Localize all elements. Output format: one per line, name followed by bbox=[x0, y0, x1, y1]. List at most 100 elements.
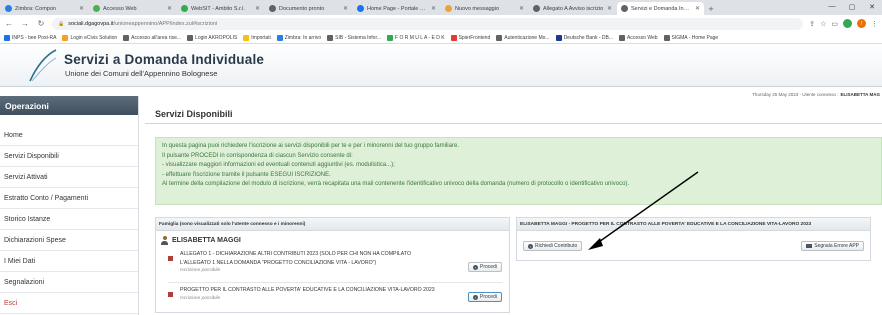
sidebar-item-storico-istanze[interactable]: Storico Istanze bbox=[0, 209, 138, 230]
reload-icon[interactable]: ↻ bbox=[36, 19, 46, 28]
bookmark-star-icon[interactable]: ☆ bbox=[820, 20, 826, 28]
forward-icon[interactable]: → bbox=[20, 19, 30, 28]
bookmark-icon bbox=[663, 34, 670, 41]
request-contribution-label: Richiedi Contributo bbox=[535, 243, 578, 249]
family-member[interactable]: ELISABETTA MAGGI bbox=[161, 236, 241, 245]
bookmark-item[interactable]: INPS - bee Post-RA bbox=[4, 34, 57, 41]
bookmark-label: SpierFrontend bbox=[458, 34, 491, 41]
share-icon[interactable]: ⇪ bbox=[809, 20, 815, 28]
extension-icon[interactable]: ! bbox=[857, 19, 866, 28]
bookmark-item[interactable]: Accesso Web bbox=[619, 34, 658, 41]
tab-title: Servizi e Domanda Individ bbox=[631, 5, 692, 12]
close-tab-icon[interactable]: ✕ bbox=[695, 5, 700, 12]
sidebar-item-dichiarazioni-spese[interactable]: Dichiarazioni Spese bbox=[0, 230, 138, 251]
bookmarks-bar: INPS - bee Post-RA Login eCivis Solution… bbox=[0, 32, 882, 44]
bookmark-item[interactable]: SIB - Sistema Infor... bbox=[327, 34, 381, 41]
close-tab-icon[interactable]: ✕ bbox=[255, 5, 260, 12]
window-controls: — ▢ ✕ bbox=[822, 0, 882, 13]
service-title-line: L'ALLEGATO 1 NELLA DOMANDA "PROGETTO CON… bbox=[180, 259, 377, 266]
bookmark-folder[interactable]: Importati bbox=[243, 34, 271, 41]
lock-icon[interactable]: 🔒 bbox=[58, 21, 64, 27]
sidebar-item-servizi-disponibili[interactable]: Servizi Disponibili bbox=[0, 146, 138, 167]
service-bullet-icon bbox=[168, 292, 173, 297]
browser-tab[interactable]: Documento pronto ✕ bbox=[265, 2, 352, 15]
bookmark-item[interactable]: SIGMA - Home Page bbox=[663, 34, 719, 41]
browser-tab[interactable]: Zimbra: Compon ✕ bbox=[1, 2, 88, 15]
tab-favicon bbox=[5, 5, 12, 12]
bookmark-icon bbox=[450, 34, 457, 41]
sidebar-heading: Operazioni bbox=[0, 96, 138, 115]
close-tab-icon[interactable]: ✕ bbox=[431, 5, 436, 12]
bookmark-icon bbox=[619, 34, 626, 41]
sidebar: Operazioni Home Servizi Disponibili Serv… bbox=[0, 96, 139, 315]
browser-tab-active[interactable]: Servizi e Domanda Individ ✕ bbox=[617, 2, 704, 15]
sidebar-item-miei-dati[interactable]: I Miei Dati bbox=[0, 251, 138, 272]
service-bullet-icon bbox=[168, 256, 173, 261]
sidebar-item-servizi-attivati[interactable]: Servizi Attivati bbox=[0, 167, 138, 188]
service-title-line: ALLEGATO 1 - DICHIARAZIONE ALTRI CONTRIB… bbox=[180, 251, 411, 257]
user-icon bbox=[161, 236, 168, 245]
bookmark-item[interactable]: Autenticazione Mo... bbox=[496, 34, 550, 41]
bookmark-item[interactable]: Accesso all'area rise... bbox=[123, 34, 181, 41]
close-tab-icon[interactable]: ✕ bbox=[167, 5, 172, 12]
procedi-label: Procedi bbox=[480, 264, 497, 270]
back-icon[interactable]: ← bbox=[4, 19, 14, 28]
url-host: sociali.dgagovpa.it bbox=[68, 20, 114, 27]
close-window-icon[interactable]: ✕ bbox=[862, 0, 882, 13]
browser-tab[interactable]: Home Page - Portale ente ✕ bbox=[353, 2, 440, 15]
app-header: Servizi a Domanda Individuale Unione dei… bbox=[0, 44, 882, 87]
menu-icon[interactable]: ⋮ bbox=[871, 20, 878, 28]
bookmark-item[interactable]: Zimbra: In arrivo bbox=[276, 34, 322, 41]
report-error-button[interactable]: Segnala Errore APP bbox=[801, 241, 864, 251]
maximize-icon[interactable]: ▢ bbox=[842, 0, 862, 13]
family-panel: Famiglia (sono visualizzati solo l'utent… bbox=[155, 217, 510, 313]
tab-favicon bbox=[445, 5, 452, 12]
service-status: Iscrizione possibile bbox=[180, 268, 221, 273]
sidebar-item-home[interactable]: Home bbox=[0, 125, 138, 146]
service-detail-panel: ELISABETTA MAGGI - PROGETTO PER IL CONTR… bbox=[516, 217, 871, 261]
tab-favicon bbox=[357, 5, 364, 12]
new-tab-button[interactable]: + bbox=[704, 2, 718, 15]
bookmark-item[interactable]: Login AKROPOLIS bbox=[187, 34, 238, 41]
close-tab-icon[interactable]: ✕ bbox=[79, 5, 84, 12]
bookmark-item[interactable]: Deutsche Bank - DB... bbox=[555, 34, 614, 41]
service-status: Iscrizione possibile bbox=[180, 295, 221, 301]
tab-title: WebSIT - Ambito S.r.l. bbox=[191, 5, 245, 12]
profile-icon[interactable] bbox=[843, 19, 852, 28]
bookmark-label: Login AKROPOLIS bbox=[195, 34, 238, 41]
info-line: Al termine della compilazione del modulo… bbox=[162, 181, 630, 188]
procedi-button[interactable]: › Procedi bbox=[468, 262, 502, 272]
close-tab-icon[interactable]: ✕ bbox=[519, 5, 524, 12]
bookmark-label: Login eCivis Solution bbox=[70, 34, 118, 41]
browser-tab[interactable]: WebSIT - Ambito S.r.l. ✕ bbox=[177, 2, 264, 15]
sidebar-item-esci[interactable]: Esci bbox=[0, 293, 138, 314]
close-tab-icon[interactable]: ✕ bbox=[607, 5, 612, 12]
bookmark-item[interactable]: Login eCivis Solution bbox=[62, 34, 118, 41]
bookmark-item[interactable]: F O R M U L A - E D K bbox=[387, 34, 445, 41]
sidepanel-icon[interactable]: ▭ bbox=[831, 20, 838, 28]
bookmark-label: INPS - bee Post-RA bbox=[12, 34, 57, 41]
browser-tab[interactable]: Accesso Web ✕ bbox=[89, 2, 176, 15]
toolbar-icons: ⇪ ☆ ▭ ! ⋮ bbox=[809, 19, 878, 28]
minimize-icon[interactable]: — bbox=[822, 0, 842, 13]
divider bbox=[145, 123, 882, 124]
bookmark-label: Zimbra: In arrivo bbox=[284, 34, 322, 41]
sidebar-item-estratto-conto[interactable]: Estratto Conto / Pagamenti bbox=[0, 188, 138, 209]
bookmark-label: Autenticazione Mo... bbox=[504, 34, 550, 41]
request-contribution-button[interactable]: › Richiedi Contributo bbox=[523, 241, 583, 251]
service-item: ALLEGATO 1 - DICHIARAZIONE ALTRI CONTRIB… bbox=[168, 250, 508, 278]
tab-favicon bbox=[181, 5, 188, 12]
bookmark-label: Importati bbox=[251, 34, 271, 41]
url-input[interactable]: 🔒 sociali.dgagovpa.it/unionea­ppennino/A… bbox=[52, 17, 804, 30]
bookmark-label: SIGMA - Home Page bbox=[671, 34, 719, 41]
bookmark-label: F O R M U L A - E D K bbox=[395, 34, 445, 41]
close-tab-icon[interactable]: ✕ bbox=[343, 5, 348, 12]
browser-tab[interactable]: Nuovo messaggio ✕ bbox=[441, 2, 528, 15]
browser-tab[interactable]: Allegato A Avviso iscrizio ✕ bbox=[529, 2, 616, 15]
sidebar-item-segnalazioni[interactable]: Segnalazioni bbox=[0, 272, 138, 293]
procedi-button[interactable]: › Procedi bbox=[468, 292, 502, 302]
bookmark-label: Accesso Web bbox=[627, 34, 658, 41]
bookmark-item[interactable]: SpierFrontend bbox=[450, 34, 491, 41]
service-detail-heading: ELISABETTA MAGGI - PROGETTO PER IL CONTR… bbox=[517, 218, 870, 231]
bookmark-label: Deutsche Bank - DB... bbox=[563, 34, 614, 41]
